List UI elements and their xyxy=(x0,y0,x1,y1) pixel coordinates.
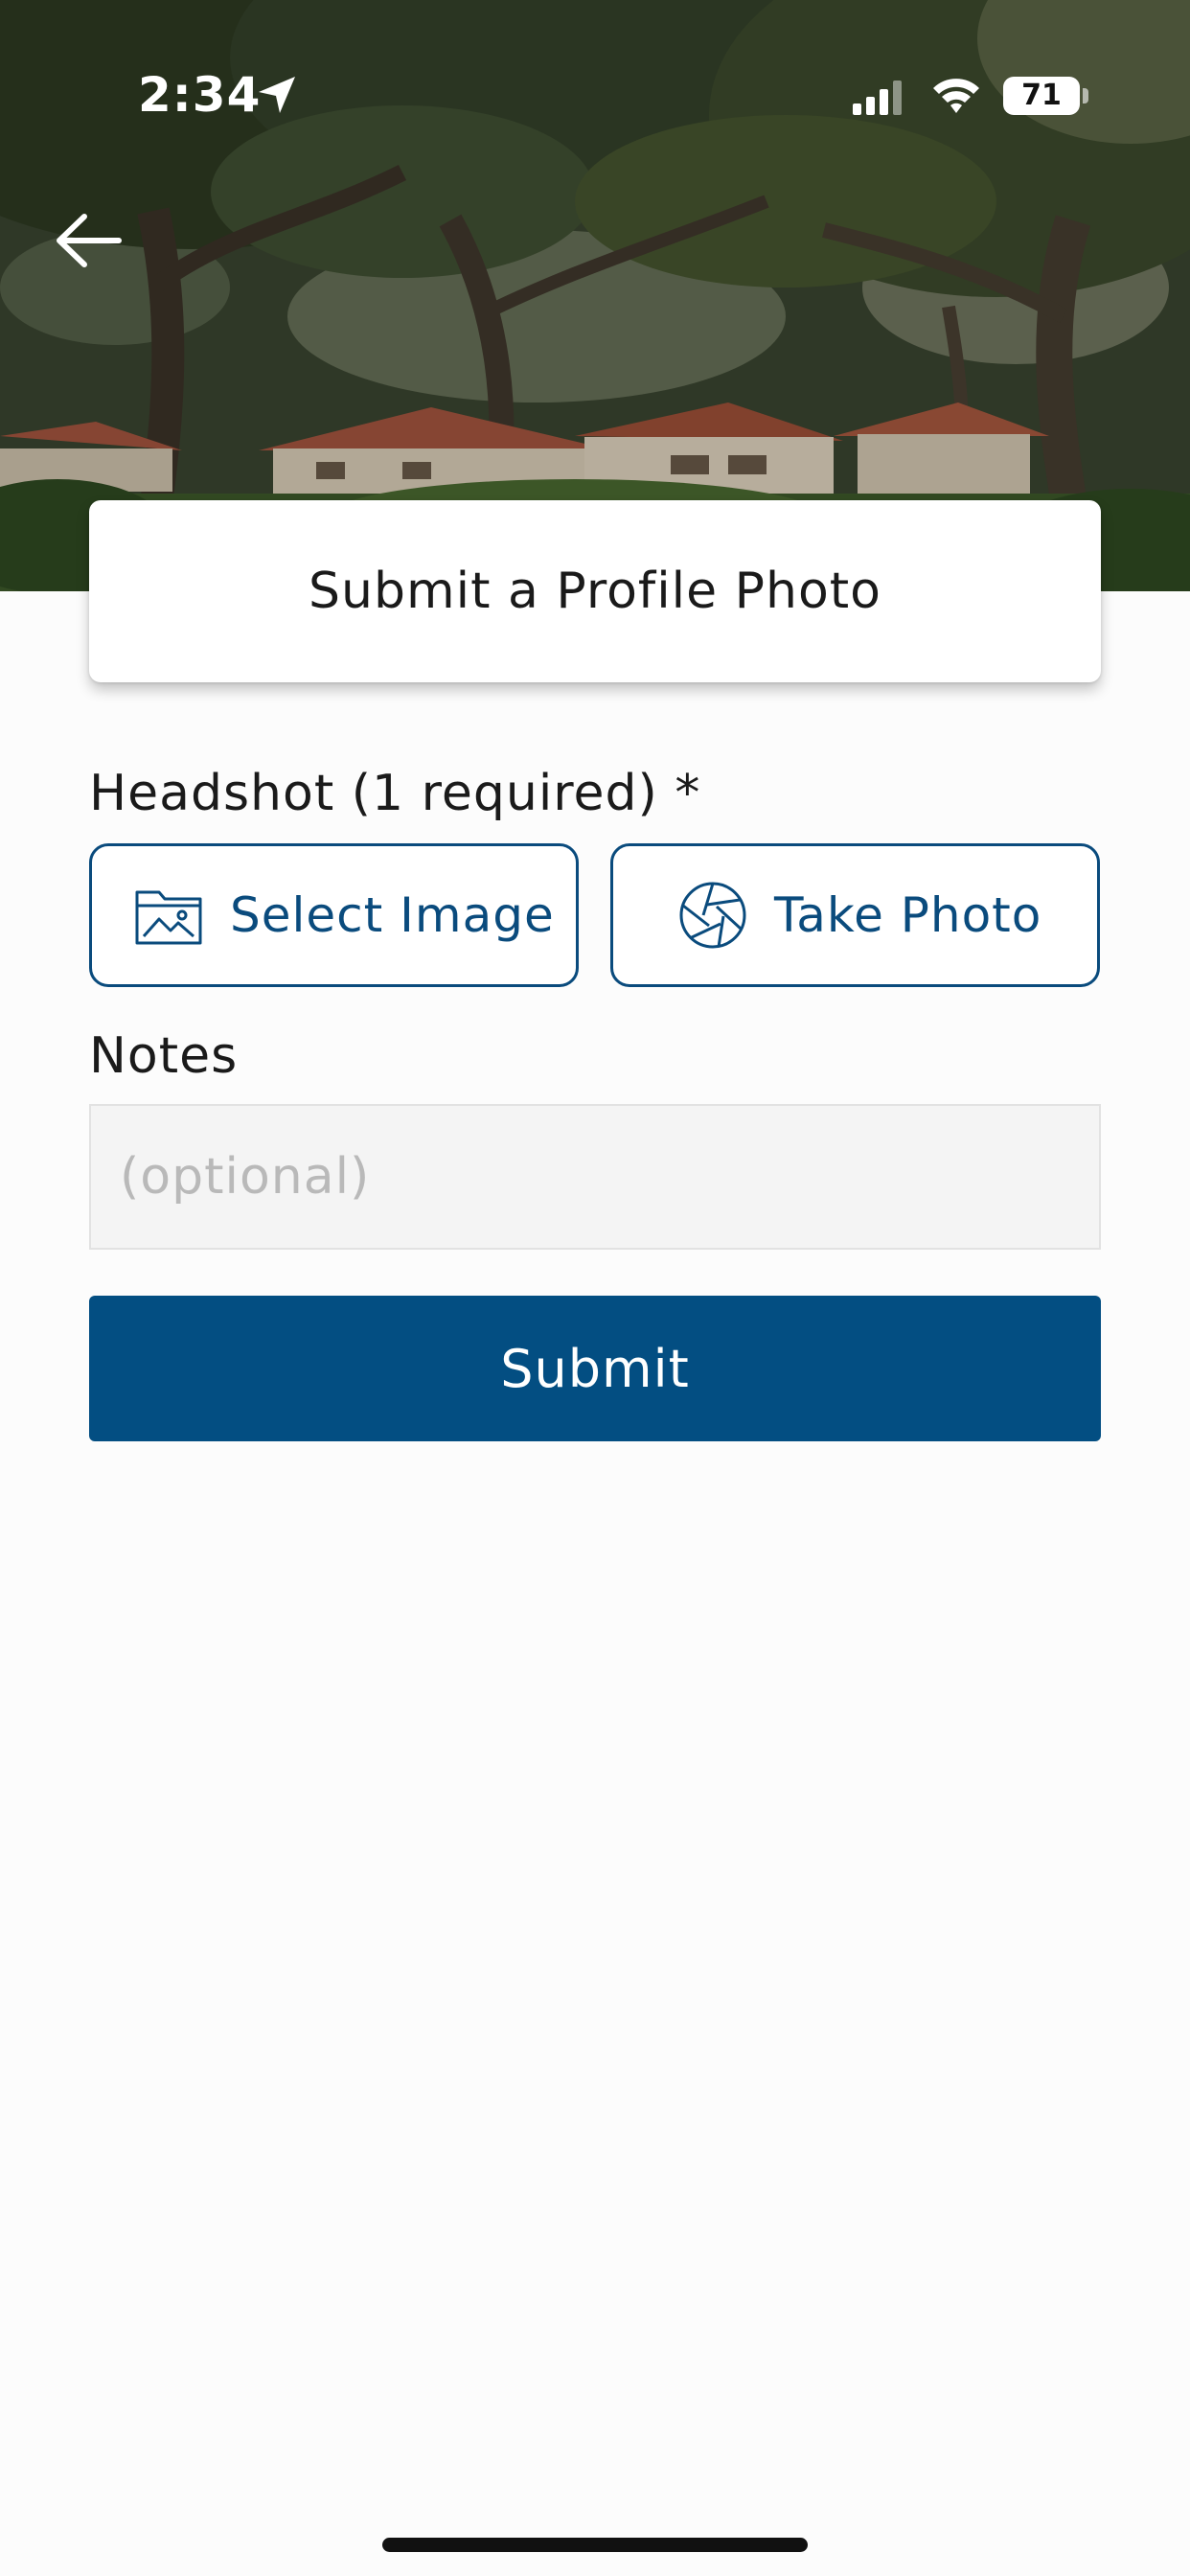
take-photo-button[interactable]: Take Photo xyxy=(610,843,1100,987)
screen: 2:34 71 Submit a Profile Photo Headshot … xyxy=(0,0,1190,2576)
notes-input[interactable] xyxy=(89,1104,1101,1250)
take-photo-label: Take Photo xyxy=(774,887,1042,943)
home-indicator xyxy=(382,2538,808,2552)
wifi-icon xyxy=(929,75,983,119)
status-time: 2:34 xyxy=(138,67,262,123)
location-arrow-icon xyxy=(255,73,299,121)
battery-level: 71 xyxy=(1021,79,1062,112)
title-card: Submit a Profile Photo xyxy=(89,500,1101,682)
image-folder-icon xyxy=(134,885,203,946)
submit-button[interactable]: Submit xyxy=(89,1296,1101,1441)
battery-cap xyxy=(1083,88,1088,104)
select-image-button[interactable]: Select Image xyxy=(89,843,579,987)
cellular-signal-icon xyxy=(853,80,903,119)
back-button[interactable] xyxy=(46,197,132,284)
headshot-label: Headshot (1 required) * xyxy=(89,765,701,822)
notes-label: Notes xyxy=(89,1027,239,1085)
arrow-left-icon xyxy=(57,214,122,267)
camera-aperture-icon xyxy=(678,881,747,950)
battery-icon: 71 xyxy=(1003,77,1080,115)
select-image-label: Select Image xyxy=(230,887,555,943)
page-title: Submit a Profile Photo xyxy=(309,563,881,620)
